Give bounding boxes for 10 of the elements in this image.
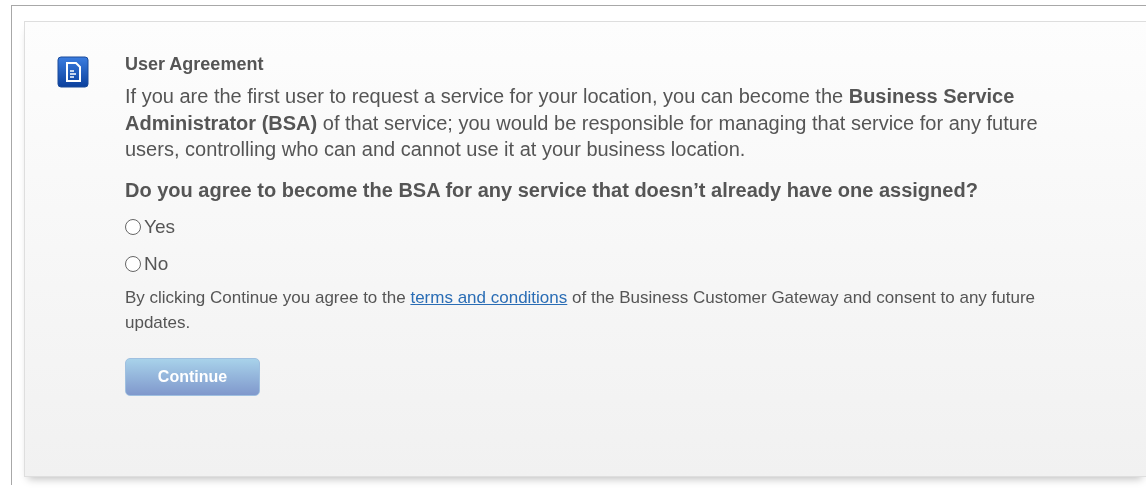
consent-text: By clicking Continue you agree to the terms and conditions of the Business Customer Gateway and consent to any future updates. [125, 286, 1037, 334]
section-title: User Agreement [125, 54, 265, 74]
radio-button[interactable] [125, 218, 141, 235]
description-text: If you are the first user to request a service for your location, you can become the Business Service Administrator (BSA) of that service; you would be responsible for managing that service for any future users, controlling who can and cannot use it at your business location. [125, 84, 1039, 162]
radio-option[interactable]: Yes [125, 215, 175, 238]
document-icon [57, 56, 89, 88]
radio-option[interactable]: No [125, 252, 169, 275]
question-text: Do you agree to become the BSA for any service that doesn’t already have one assigned? [125, 178, 979, 201]
terms-link[interactable]: terms and conditions [410, 287, 568, 307]
radio-button[interactable] [125, 255, 141, 272]
